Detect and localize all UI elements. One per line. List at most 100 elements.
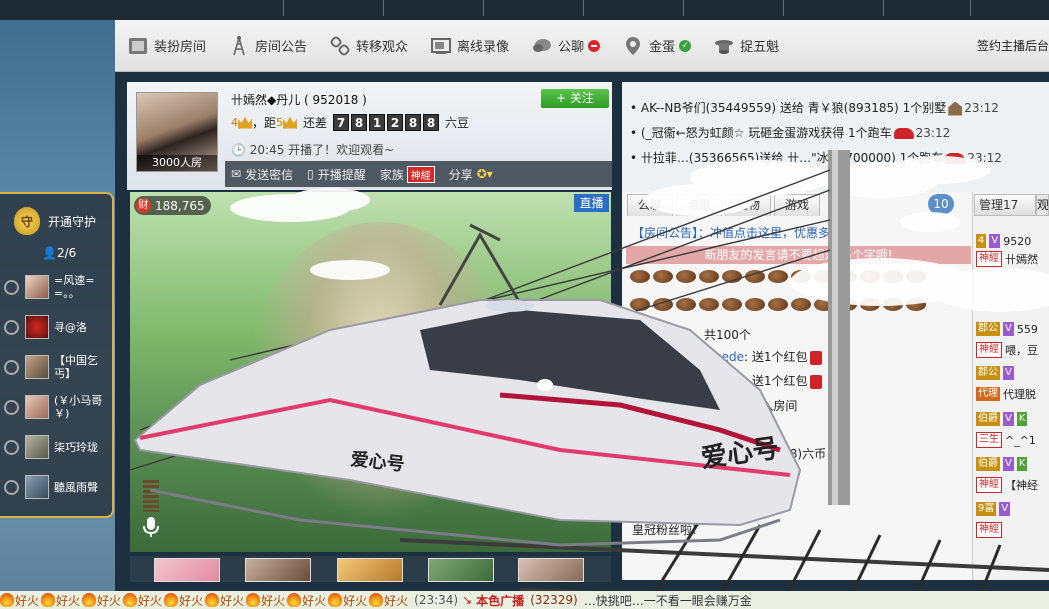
fire-label: 好火 bbox=[97, 593, 122, 608]
guardian-name: 聽風雨聲 bbox=[54, 480, 98, 494]
fire-icon bbox=[82, 593, 97, 607]
admin-user[interactable]: 郡公 V 559 bbox=[976, 322, 1038, 336]
remaining-digit: 2 bbox=[387, 114, 404, 131]
tab-admin[interactable]: 管理17 bbox=[974, 194, 1036, 216]
admin-user[interactable]: 神經 卄嫣然 bbox=[976, 251, 1038, 267]
room-announcement[interactable]: 【房间公告】：冲值点击这里，优惠多多 bbox=[632, 224, 842, 241]
admin-user[interactable]: 伯爵 V K bbox=[976, 412, 1030, 426]
admin-user[interactable]: 三生 ^_^1 bbox=[976, 432, 1036, 448]
broadcast-text: …快挑吧…一不看一眼会赚万金 bbox=[583, 593, 752, 608]
admin-user[interactable]: 代理 代理脱 bbox=[976, 386, 1036, 402]
chat-message: 23:34 shangxuede: 送1个红包 bbox=[632, 348, 823, 365]
signed-anchor-backend-link[interactable]: 签约主播后台 bbox=[977, 37, 1049, 54]
clock-icon: 🕒 bbox=[231, 143, 246, 157]
level-current: 4 bbox=[231, 116, 238, 129]
admin-user[interactable]: 4 V 9520 bbox=[976, 234, 1031, 248]
open-guardian-button[interactable]: 守 开通守护 bbox=[14, 207, 96, 235]
admin-user[interactable]: 神經 【神经 bbox=[976, 477, 1038, 493]
decorate-room-button[interactable]: 装扮房间 bbox=[127, 35, 206, 57]
chat-message: 欢迎 冷落@一半偽装"进入房间 bbox=[632, 399, 798, 413]
cash-icon: 财 bbox=[136, 198, 151, 213]
guardian-member[interactable]: =风速==。。 bbox=[4, 272, 112, 302]
room-announcement-button[interactable]: 房间公告 bbox=[228, 35, 307, 57]
red-envelope-icon bbox=[810, 374, 823, 389]
start-time-row: 🕒 20:45 开播了！欢迎观看~ bbox=[231, 141, 394, 158]
admin-user[interactable]: 神經 bbox=[976, 522, 1005, 538]
remaining-digit: 7 bbox=[333, 114, 350, 131]
fire-gift-item: 好火 bbox=[205, 592, 244, 609]
admin-user[interactable]: 9富 V bbox=[976, 502, 1013, 516]
send-secret-message-button[interactable]: ✉ 发送密信 bbox=[231, 166, 293, 183]
host-name: 卄嫣然◆丹儿 ( 952018 ) bbox=[231, 93, 367, 107]
fire-icon bbox=[164, 593, 179, 607]
transfer-viewers-label: 转移观众 bbox=[356, 40, 409, 55]
sports-car-icon bbox=[945, 153, 966, 164]
host-level-row: 4 ，距 5 还差 7 8 1 2 8 8 六豆 bbox=[231, 114, 469, 131]
red-envelope-icon bbox=[810, 350, 823, 365]
golden-egg-button[interactable]: 金蛋 ✓ bbox=[622, 35, 692, 57]
public-chat-button[interactable]: 公聊 bbox=[531, 35, 601, 57]
broadcast-user[interactable]: (32329) bbox=[530, 593, 578, 607]
fire-label: 好火 bbox=[179, 593, 204, 608]
thumbnail[interactable] bbox=[518, 558, 584, 582]
admin-user[interactable]: 伯爵 V K bbox=[976, 457, 1030, 471]
fire-gift-item: 好火 bbox=[0, 592, 39, 609]
follow-button[interactable]: + 关注 bbox=[541, 89, 609, 108]
guardian-member[interactable]: 聽風雨聲 bbox=[4, 472, 112, 502]
thumbnail[interactable] bbox=[154, 558, 220, 582]
chat-user-link[interactable]: shangxuede bbox=[670, 350, 744, 364]
admin-user[interactable]: 郡公 V bbox=[976, 366, 1017, 380]
family-label: 家族 bbox=[379, 167, 404, 182]
send-secret-message-label: 发送密信 bbox=[245, 167, 294, 182]
live-reminder-label: 开播提醒 bbox=[317, 167, 366, 182]
gift-feed-item: • 卄拉菲…(35366565)送给 卄…"冰霜(700000) 1个跑车 23:… bbox=[630, 151, 1002, 165]
thumbnail[interactable] bbox=[428, 558, 494, 582]
family-button[interactable]: 家族 神經 bbox=[379, 165, 435, 183]
currency-unit: 六豆 bbox=[445, 116, 470, 130]
live-reminder-button[interactable]: ▯ 开播提醒 bbox=[307, 166, 366, 183]
tab-gifts[interactable]: 礼物 bbox=[725, 194, 772, 216]
chat-message: 丹儿 送… 火车，共1个 bbox=[632, 502, 756, 516]
remaining-digit: 8 bbox=[351, 114, 368, 131]
microphone-icon[interactable] bbox=[142, 516, 160, 538]
tab-games[interactable]: 游戏 bbox=[774, 194, 821, 216]
newcomer-notice: 新朋友的发言请不要超过25个字哦! bbox=[626, 246, 971, 264]
share-button[interactable]: 分享 ✪▾ bbox=[449, 166, 497, 183]
tab-song-request[interactable]: 点歌 bbox=[676, 194, 723, 216]
window-top-strip bbox=[0, 0, 1049, 20]
tab-public-chat[interactable]: 公聊 bbox=[627, 194, 674, 216]
offline-recording-label: 离线录像 bbox=[457, 40, 510, 55]
chat-message: 10富 10富 扬哥哥(46909908)六币，继 bbox=[632, 445, 850, 462]
avatar bbox=[25, 315, 49, 339]
family-badge: 神經 bbox=[406, 165, 435, 183]
offline-recording-button[interactable]: 离线录像 bbox=[430, 35, 509, 57]
thumbnail[interactable] bbox=[337, 558, 403, 582]
gift-feed-item: • AK--NB爷们(35449559) 送给 青￥狼(893185) 1个别墅… bbox=[630, 101, 999, 116]
fire-gift-item: 好火 bbox=[328, 592, 367, 609]
chat-user-link[interactable]: shangxuede bbox=[670, 374, 744, 388]
guardian-name: 柒巧玲珑 bbox=[54, 440, 98, 454]
avatar bbox=[25, 395, 49, 419]
fire-icon bbox=[287, 593, 302, 607]
catch-five-button[interactable]: 捉五魁 bbox=[713, 35, 779, 57]
guardian-member[interactable]: 【中国乞丐】 bbox=[4, 352, 112, 382]
avatar bbox=[25, 355, 49, 379]
transfer-viewers-button[interactable]: 转移观众 bbox=[329, 35, 408, 57]
fire-label: 好火 bbox=[261, 593, 286, 608]
fire-gift-item: 好火 bbox=[82, 592, 121, 609]
guardian-member[interactable]: 柒巧玲珑 bbox=[4, 432, 112, 462]
live-video[interactable] bbox=[130, 192, 611, 552]
thumbnail[interactable] bbox=[245, 558, 311, 582]
host-avatar[interactable]: 3000人房 bbox=[136, 92, 218, 172]
remaining-digit: 1 bbox=[369, 114, 386, 131]
guardian-member[interactable]: (￥小马哥￥) bbox=[4, 392, 112, 422]
guardian-badge-icon bbox=[4, 279, 19, 295]
tab-viewers[interactable]: 观 bbox=[1036, 194, 1049, 216]
guardian-count: 👤2/6 bbox=[42, 246, 77, 260]
share-star-icon: ✪▾ bbox=[476, 167, 493, 181]
fire-icon bbox=[41, 593, 56, 607]
guardian-member[interactable]: 寻@洛 bbox=[4, 312, 112, 342]
gift-feed-item: • (_冠衞←怒为虹颜☆ 玩砸金蛋游戏获得 1个跑车 23:12 bbox=[630, 126, 951, 140]
guardian-name: (￥小马哥￥) bbox=[54, 394, 103, 420]
admin-user[interactable]: 神經 喂，豆 bbox=[976, 342, 1038, 358]
